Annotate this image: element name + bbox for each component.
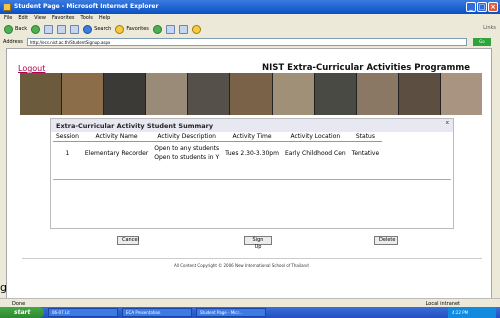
media-icon — [152, 24, 162, 34]
description-line: Open to any students — [154, 145, 220, 152]
back-button[interactable]: Back — [4, 24, 27, 34]
refresh-icon — [57, 24, 67, 34]
cell-session: 1 — [65, 149, 70, 157]
menu-favorites[interactable]: Favorites — [52, 15, 75, 22]
banner-photo — [20, 73, 63, 115]
folder-icon — [191, 24, 201, 34]
cell-activity-time: Tues 2.30-3.30pm — [225, 149, 279, 157]
menu-bar: File Edit View Favorites Tools Help — [0, 14, 500, 22]
copyright-text: All Content Copyright © 2006 New Interna… — [174, 263, 309, 268]
home-button[interactable] — [70, 24, 80, 34]
ie-icon — [3, 3, 11, 11]
print-icon — [178, 24, 188, 34]
footer-divider — [22, 258, 482, 259]
media-button[interactable] — [152, 24, 162, 34]
banner-photo — [62, 73, 105, 115]
banner-photo — [188, 73, 231, 115]
links-label[interactable]: Links — [483, 25, 496, 31]
cell-activity-description: Open to any students Open to students in… — [151, 142, 222, 165]
search-icon — [83, 24, 93, 34]
window-title: Student Page - Microsoft Internet Explor… — [14, 3, 159, 10]
banner-photo — [272, 73, 315, 115]
delete-button[interactable]: Delete — [374, 236, 398, 245]
refresh-button[interactable] — [57, 24, 67, 34]
taskbar-item[interactable]: ECA Presentation — [122, 308, 192, 317]
window-titlebar: Student Page - Microsoft Internet Explor… — [0, 0, 500, 14]
sign-up-button[interactable]: Sign Up — [244, 236, 272, 250]
col-session: Session — [53, 132, 82, 142]
go-button[interactable]: Go — [472, 37, 491, 46]
address-label: Address — [3, 38, 23, 45]
back-arrow-icon — [4, 24, 13, 34]
col-status: Status — [348, 132, 383, 142]
banner-photo — [440, 73, 482, 115]
menu-file[interactable]: File — [4, 15, 12, 22]
print-button[interactable] — [178, 24, 188, 34]
banner-photo — [146, 73, 189, 115]
photo-banner — [20, 73, 482, 115]
folder-button[interactable] — [191, 24, 201, 34]
close-icon[interactable]: x — [446, 120, 449, 126]
mail-button[interactable] — [165, 24, 175, 34]
table-row[interactable]: 1 Elementary Recorder Open to any studen… — [53, 142, 382, 165]
summary-panel: Extra-Curricular Activity Student Summar… — [50, 118, 454, 229]
stop-button[interactable] — [44, 24, 54, 34]
cell-activity-name: Elementary Recorder — [84, 149, 149, 157]
forward-arrow-icon — [31, 24, 41, 34]
minimize-button[interactable]: _ — [466, 2, 476, 12]
col-activity-location: Activity Location — [281, 132, 349, 142]
stray-text: g — [0, 281, 7, 294]
taskbar-item[interactable]: 06-07 Lit — [48, 308, 118, 317]
toolbar: Back Search Favorites Links — [0, 22, 500, 36]
cell-status: Tentative — [351, 149, 380, 157]
close-button[interactable]: × — [488, 2, 498, 12]
col-activity-time: Activity Time — [222, 132, 282, 142]
status-bar: Done Local intranet — [0, 298, 500, 307]
menu-tools[interactable]: Tools — [81, 15, 93, 22]
menu-help[interactable]: Help — [99, 15, 110, 22]
star-icon — [115, 24, 125, 34]
taskbar: start 06-07 Lit ECA Presentation Student… — [0, 307, 500, 318]
banner-photo — [230, 73, 273, 115]
banner-photo — [104, 73, 147, 115]
clock: 4:22 PM — [448, 307, 496, 318]
col-activity-name: Activity Name — [81, 132, 152, 142]
favorites-button[interactable]: Favorites — [115, 24, 149, 34]
home-icon — [70, 24, 80, 34]
banner-photo — [314, 73, 357, 115]
start-button[interactable]: start — [0, 307, 44, 318]
search-button[interactable]: Search — [83, 24, 111, 34]
summary-empty-area — [53, 179, 451, 227]
program-title: NIST Extra-Curricular Activities Program… — [262, 63, 471, 73]
maximize-button[interactable]: □ — [477, 2, 487, 12]
mail-icon — [165, 24, 175, 34]
summary-header: Extra-Curricular Activity Student Summar… — [51, 119, 453, 132]
cancel-button[interactable]: Cancel — [117, 236, 139, 245]
forward-button[interactable] — [31, 24, 41, 34]
summary-title: Extra-Curricular Activity Student Summar… — [56, 122, 214, 130]
col-activity-description: Activity Description — [151, 132, 223, 142]
address-input[interactable]: http://ecs.nist.ac.th/StudentSignup.aspx — [26, 37, 467, 46]
logout-link[interactable]: Logout — [18, 64, 45, 73]
taskbar-item[interactable]: Student Page - Micr... — [196, 308, 266, 317]
stop-icon — [44, 24, 54, 34]
menu-edit[interactable]: Edit — [18, 15, 28, 22]
address-bar: Address http://ecs.nist.ac.th/StudentSig… — [0, 36, 500, 47]
table-header-row: Session Activity Name Activity Descripti… — [53, 132, 383, 142]
cell-activity-location: Early Childhood Cen — [284, 149, 346, 157]
banner-photo — [356, 73, 399, 115]
description-line: Open to students in Y — [154, 154, 220, 161]
summary-table: Session Activity Name Activity Descripti… — [53, 132, 383, 165]
menu-view[interactable]: View — [34, 15, 46, 22]
browser-window: Student Page - Microsoft Internet Explor… — [0, 0, 500, 318]
banner-photo — [398, 73, 441, 115]
